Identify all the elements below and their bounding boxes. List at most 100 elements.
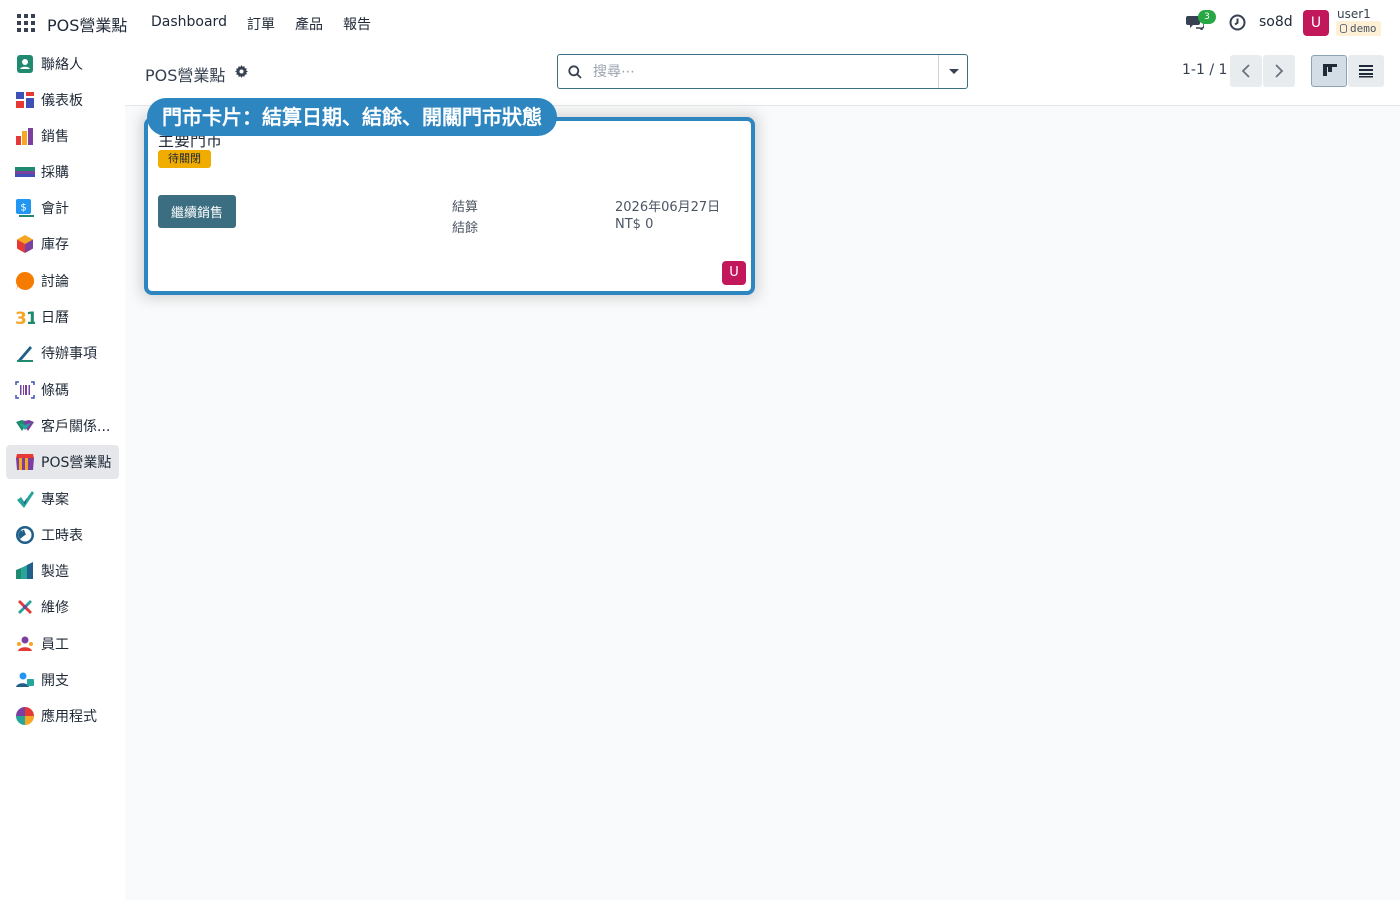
database-badge: demo: [1336, 21, 1381, 36]
clock-icon[interactable]: [1229, 14, 1246, 31]
sidebar-item-label: 製造: [41, 564, 69, 580]
search-input[interactable]: [593, 62, 933, 82]
top-menu: Dashboard 訂單 產品 報告: [151, 14, 371, 34]
sidebar-item-purchase[interactable]: 採購: [6, 155, 119, 189]
user-avatar[interactable]: U: [1303, 10, 1329, 36]
continue-selling-button[interactable]: 繼續銷售: [158, 195, 236, 228]
company-switcher[interactable]: so8d: [1259, 14, 1293, 30]
discuss-icon: [15, 271, 35, 290]
sidebar-item-discuss[interactable]: 討論: [6, 264, 119, 298]
sidebar-item-label: 條碼: [41, 383, 69, 399]
closing-date-value: 2026年06月27日: [615, 200, 721, 215]
kanban-view-button[interactable]: [1311, 55, 1347, 87]
sidebar-item-contacts[interactable]: 聯絡人: [6, 47, 119, 81]
sidebar-item-label: 應用程式: [41, 709, 97, 725]
sidebar-item-accounting[interactable]: $ 會計: [6, 191, 119, 225]
card-callout-label: 門市卡片：結算日期、結餘、開關門市狀態: [147, 98, 557, 136]
sidebar-item-label: 開支: [41, 673, 69, 689]
contacts-icon: [17, 55, 33, 73]
repair-icon: [18, 600, 32, 614]
pos-icon: [16, 454, 34, 470]
manufacturing-icon: [16, 562, 33, 579]
sidebar-item-manufacturing[interactable]: 製造: [6, 554, 119, 588]
sidebar-item-label: 會計: [41, 201, 69, 217]
database-name: demo: [1350, 22, 1377, 35]
search-options-toggle[interactable]: [938, 55, 967, 88]
sidebar-item-label: 客戶關係...: [41, 419, 111, 435]
card-responsible-avatar[interactable]: U: [722, 261, 746, 285]
sidebar-item-barcode[interactable]: 條碼: [6, 373, 119, 407]
sidebar-item-label: 聯絡人: [41, 57, 83, 73]
menu-dashboard[interactable]: Dashboard: [151, 14, 227, 34]
sidebar-item-pos[interactable]: POS營業點: [6, 445, 119, 479]
sidebar-item-label: 庫存: [41, 237, 69, 253]
balance-label: 結餘: [452, 221, 479, 236]
chat-count-badge[interactable]: 3: [1198, 10, 1216, 24]
sidebar-item-label: 工時表: [41, 528, 83, 544]
purchase-icon: [15, 167, 35, 177]
pager-next-button[interactable]: [1263, 55, 1295, 87]
sidebar-item-label: 採購: [41, 165, 69, 181]
menu-products[interactable]: 產品: [295, 14, 323, 34]
list-view-button[interactable]: [1348, 55, 1384, 87]
balance-value: NT$ 0: [615, 217, 654, 232]
database-icon: [1340, 24, 1347, 33]
expenses-icon: [16, 672, 34, 687]
sidebar-item-project[interactable]: 專案: [6, 482, 119, 516]
pager-value[interactable]: 1-1 / 1: [1182, 62, 1227, 78]
search-bar: [557, 54, 968, 89]
svg-text:1: 1: [26, 309, 35, 327]
chevron-right-icon: [1275, 64, 1284, 78]
closing-label: 結算: [452, 200, 479, 215]
sidebar-item-label: 維修: [41, 600, 69, 616]
accounting-icon: $: [16, 199, 34, 217]
sidebar-item-label: 待辦事項: [41, 346, 97, 362]
list-icon: [1359, 65, 1373, 78]
sidebar-item-label: 員工: [41, 637, 69, 653]
employees-icon: [17, 636, 33, 651]
svg-text:$: $: [20, 203, 26, 214]
app-brand[interactable]: POS營業點: [47, 12, 127, 36]
top-navbar: POS營業點 Dashboard 訂單 產品 報告 3 so8d U user1…: [0, 0, 1400, 45]
sidebar-item-timesheet[interactable]: 工時表: [6, 518, 119, 552]
pager-previous-button[interactable]: [1230, 55, 1262, 87]
calendar-icon: 31: [15, 309, 35, 327]
sidebar-item-repair[interactable]: 維修: [6, 590, 119, 624]
sidebar-item-label: 日曆: [41, 310, 69, 326]
search-icon: [568, 65, 582, 79]
sidebar-item-inventory[interactable]: 庫存: [6, 227, 119, 261]
chevron-left-icon: [1241, 64, 1250, 78]
todo-icon: [17, 346, 33, 362]
gear-icon[interactable]: [235, 65, 248, 78]
sidebar-item-label: 專案: [41, 492, 69, 508]
apps-icon: [16, 707, 34, 725]
barcode-icon: [15, 381, 35, 399]
sidebar-item-calendar[interactable]: 31 日曆: [6, 300, 119, 334]
menu-orders[interactable]: 訂單: [247, 14, 275, 34]
status-badge: 待關閉: [158, 150, 211, 168]
sidebar-item-crm[interactable]: 客戶關係...: [6, 409, 119, 443]
sidebar-item-label: POS營業點: [41, 455, 112, 471]
sidebar-item-label: 銷售: [41, 129, 69, 145]
sidebar-item-todo[interactable]: 待辦事項: [6, 336, 119, 370]
sidebar-item-label: 討論: [41, 274, 69, 290]
crm-icon: [16, 420, 34, 431]
user-name[interactable]: user1: [1337, 7, 1371, 21]
app-sidebar: 聯絡人 儀表板 銷售 採購 $ 會計 庫存 討論 31 日曆 待辦事項 條碼 客…: [0, 45, 125, 900]
sidebar-item-dashboard[interactable]: 儀表板: [6, 83, 119, 117]
sidebar-item-apps[interactable]: 應用程式: [6, 699, 119, 733]
kanban-icon: [1323, 64, 1337, 76]
dashboard-icon: [16, 92, 34, 108]
menu-reports[interactable]: 報告: [343, 14, 371, 34]
sidebar-item-expenses[interactable]: 開支: [6, 663, 119, 697]
inventory-icon: [17, 235, 33, 253]
app-menu-icon[interactable]: [17, 14, 35, 32]
sales-icon: [16, 128, 33, 145]
breadcrumb: POS營業點: [145, 66, 226, 85]
control-panel: POS營業點 1-1 / 1: [125, 45, 1400, 106]
timesheet-icon: [16, 526, 34, 544]
sidebar-item-employees[interactable]: 員工: [6, 627, 119, 661]
sidebar-item-sales[interactable]: 銷售: [6, 119, 119, 153]
project-icon: [17, 491, 34, 508]
sidebar-item-label: 儀表板: [41, 93, 83, 109]
